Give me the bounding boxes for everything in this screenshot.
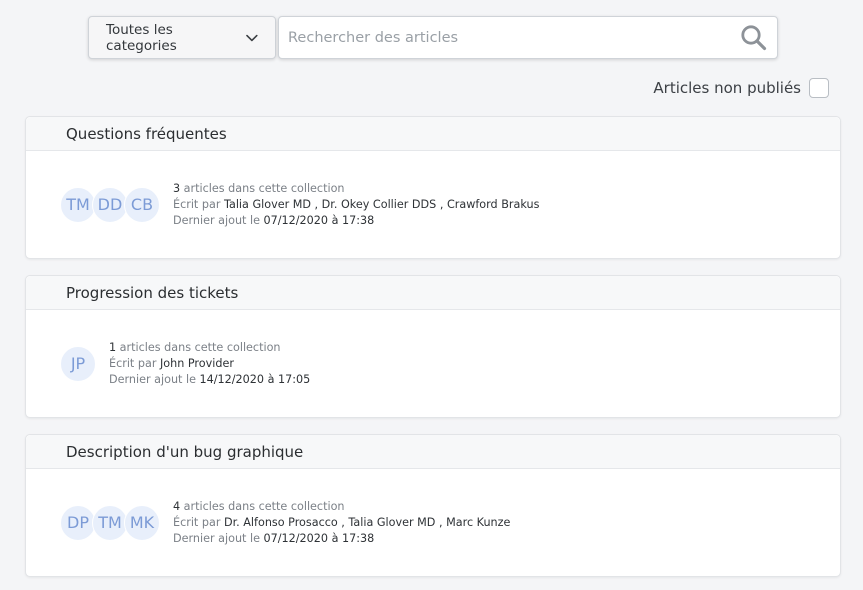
collection-title: Questions fréquentes [26,117,840,151]
search-toolbar: Toutes les categories [88,16,778,59]
author-separator: , [311,197,322,211]
author-name: Talia Glover MD [348,515,436,529]
collection-meta: 4 articles dans cette collection Écrit pa… [173,499,510,547]
avatar: TM [92,504,128,541]
authors-line: Écrit par Dr. Alfonso Prosacco , Talia G… [173,515,510,531]
search-icon[interactable] [739,24,767,52]
collection-card[interactable]: Progression des tickets JP 1 articles dans… [25,275,841,418]
article-count-line: 3 articles dans cette collection [173,181,539,197]
last-added-date: 14/12/2020 à 17:05 [199,372,311,386]
avatar: JP [60,345,96,382]
article-count-suffix: articles dans cette collection [116,340,281,354]
last-added-line: Dernier ajout le 07/12/2020 à 17:38 [173,531,510,547]
category-select-label: Toutes les categories [106,21,177,54]
author-name: John Provider [159,356,234,370]
author-name: Crawford Brakus [446,197,540,211]
author-separator: , [435,515,447,529]
collection-meta: 1 articles dans cette collection Écrit pa… [109,340,310,388]
last-added-label: Dernier ajout le [109,372,200,386]
author-name: Marc Kunze [446,515,511,529]
collection-meta: 3 articles dans cette collection Écrit pa… [173,181,539,229]
search-input[interactable] [288,29,739,46]
author-separator: , [337,515,349,529]
author-separator: , [436,197,447,211]
written-by-label: Écrit par [173,515,224,529]
avatar: CB [124,186,160,223]
article-count-suffix: articles dans cette collection [180,181,345,195]
article-count-suffix: articles dans cette collection [180,499,345,513]
collection-title: Progression des tickets [26,276,840,310]
collection-card[interactable]: Description d'un bug graphique DP TM MK 4 ar… [25,434,841,577]
article-count-line: 1 articles dans cette collection [109,340,310,356]
last-added-line: Dernier ajout le 14/12/2020 à 17:05 [109,372,310,388]
written-by-label: Écrit par [109,356,160,370]
last-added-label: Dernier ajout le [173,531,264,545]
last-added-date: 07/12/2020 à 17:38 [263,531,375,545]
avatar: DP [60,504,96,541]
author-avatars: DP TM MK [60,504,160,541]
last-added-date: 07/12/2020 à 17:38 [263,213,375,227]
unpublished-checkbox[interactable] [809,78,829,98]
last-added-line: Dernier ajout le 07/12/2020 à 17:38 [173,213,539,229]
collection-body: TM DD CB 3 articles dans cette collection Éc… [26,151,840,258]
author-name: Talia Glover MD [223,197,311,211]
authors-line: Écrit par Talia Glover MD , Dr. Okey Col… [173,197,539,213]
collection-body: DP TM MK 4 articles dans cette collection Éc… [26,469,840,576]
unpublished-label: Articles non publiés [653,79,801,97]
author-avatars: TM DD CB [60,186,160,223]
author-name: Dr. Okey Collier DDS [321,197,437,211]
authors-line: Écrit par John Provider [109,356,310,372]
avatar: TM [60,186,96,223]
collection-list: Questions fréquentes TM DD CB 3 articles dan… [25,116,841,590]
author-name: Dr. Alfonso Prosacco [223,515,338,529]
category-select[interactable]: Toutes les categories [88,16,276,59]
avatar: DD [92,186,128,223]
written-by-label: Écrit par [173,197,224,211]
unpublished-filter: Articles non publiés [653,78,829,98]
avatar: MK [124,504,160,541]
last-added-label: Dernier ajout le [173,213,264,227]
article-count-line: 4 articles dans cette collection [173,499,510,515]
author-avatars: JP [60,345,96,382]
collection-title: Description d'un bug graphique [26,435,840,469]
collection-card[interactable]: Questions fréquentes TM DD CB 3 articles dan… [25,116,841,259]
search-box [278,16,778,59]
collection-body: JP 1 articles dans cette collection Écrit … [26,310,840,417]
chevron-down-icon [246,34,258,41]
